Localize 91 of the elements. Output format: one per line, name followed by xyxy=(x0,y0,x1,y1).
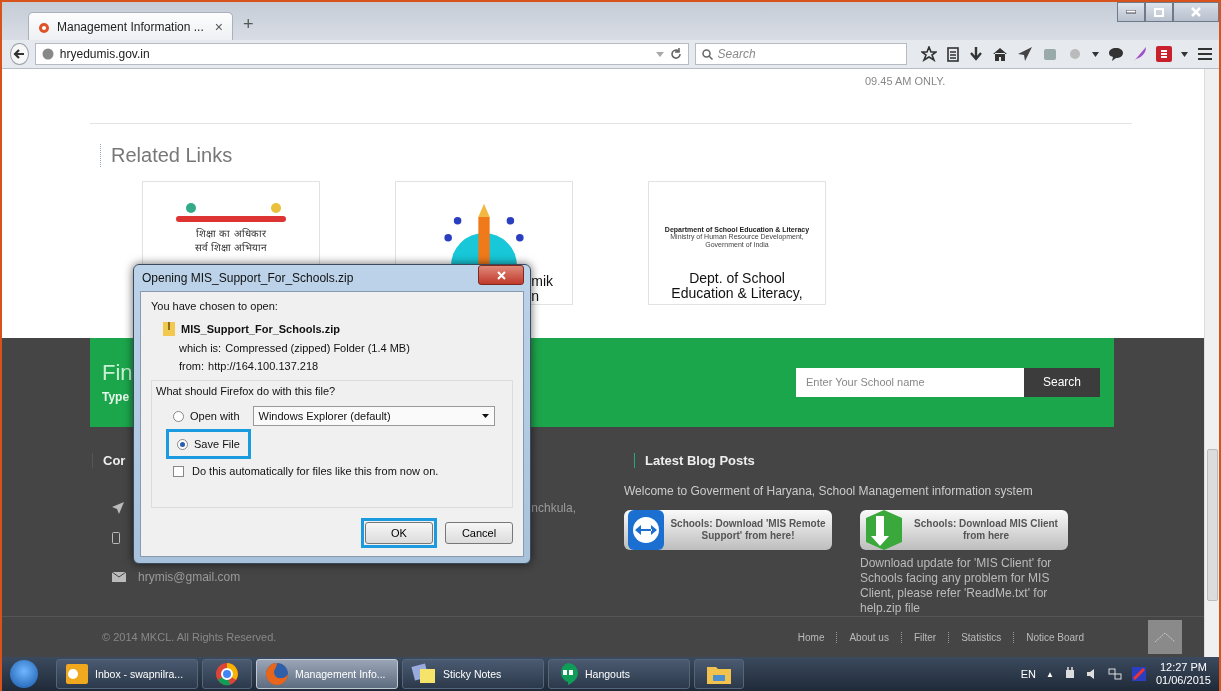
minimize-button[interactable] xyxy=(1117,2,1145,22)
network-icon[interactable] xyxy=(1107,668,1122,680)
logo-text: सर्व शिक्षा अभियान xyxy=(194,241,268,254)
chevron-up-icon xyxy=(1154,631,1176,643)
logo-text: शिक्षा का अधिकार xyxy=(196,227,266,240)
blog-intro: Welcome to Goverment of Haryana, School Management information system xyxy=(624,484,1034,498)
site-favicon-icon xyxy=(38,20,50,33)
browser-icon xyxy=(215,662,239,686)
location-arrow-icon xyxy=(112,502,124,514)
caret-icon[interactable] xyxy=(1181,51,1188,57)
footer-link[interactable]: Filter xyxy=(900,631,949,643)
menu-icon[interactable] xyxy=(1197,47,1213,61)
browser-tab[interactable]: Management Information ... × xyxy=(28,12,233,40)
download-button[interactable]: Schools: Download 'MIS Remote Support' from here! xyxy=(624,510,832,550)
address-text: nchkula, xyxy=(531,501,576,515)
taskbar-button[interactable]: Management Info... xyxy=(256,659,398,689)
notice-text: 09.45 AM ONLY. xyxy=(864,75,947,87)
back-arrow-icon xyxy=(13,48,26,60)
chat-icon[interactable] xyxy=(1108,46,1124,62)
search-button[interactable]: Search xyxy=(1024,367,1100,397)
reload-icon[interactable] xyxy=(669,48,682,60)
scrollbar[interactable] xyxy=(1204,69,1219,657)
taskbar-button[interactable]: Sticky Notes xyxy=(402,659,544,689)
search-icon xyxy=(701,48,713,60)
maximize-button[interactable] xyxy=(1145,2,1173,22)
download-button[interactable]: Schools: Download MIS Client from here xyxy=(860,510,1068,550)
footer-link[interactable]: Notice Board xyxy=(1013,631,1096,643)
extension-badge-icon[interactable] xyxy=(1156,46,1172,62)
sticky-notes-icon xyxy=(411,663,437,685)
reading-list-icon[interactable] xyxy=(946,46,960,62)
taskbar-button[interactable]: Inbox - swapnilra... xyxy=(56,659,198,689)
card-title: Dept. of School Education & Literacy, xyxy=(671,271,803,301)
close-icon xyxy=(496,270,506,280)
banner-subtitle: Type xyxy=(102,390,131,405)
bookmark-star-icon[interactable] xyxy=(921,46,937,62)
section-heading: Latest Blog Posts xyxy=(634,453,1134,468)
dialog-button[interactable]: OK xyxy=(365,522,433,544)
banner-title: Fin xyxy=(102,360,133,387)
clock[interactable]: 12:27 PM 01/06/2015 xyxy=(1155,661,1211,687)
checkbox-label: Do this automatically for files like this from now on. xyxy=(192,465,439,477)
taskbar-button[interactable]: Hangouts xyxy=(548,659,690,689)
app-tray-icon[interactable] xyxy=(1131,667,1146,681)
taskbar-button[interactable] xyxy=(694,659,744,689)
footer-link[interactable]: About us xyxy=(836,631,901,643)
download-note: Download update for 'MIS Client' for Schools facing any problem for MIS Client, please refer 'ReadMe.txt' for help.zip file xyxy=(860,556,1053,616)
caret-icon xyxy=(481,414,489,418)
search-field[interactable]: Search xyxy=(694,43,907,65)
school-search-field[interactable]: Enter Your School name xyxy=(796,367,1024,397)
maximize-icon xyxy=(1154,7,1164,17)
radio-option[interactable]: Save File xyxy=(170,433,247,455)
detail-label: which is: xyxy=(179,342,222,354)
mail-icon xyxy=(112,571,126,582)
back-button[interactable] xyxy=(10,43,29,65)
radio-option[interactable]: Open with xyxy=(166,405,247,427)
fox-globe-icon xyxy=(265,662,289,686)
dialog-close-button[interactable] xyxy=(478,265,524,285)
group-label: What should Firefox do with this file? xyxy=(156,385,337,397)
email-text: hrymis@gmail.com xyxy=(138,569,241,584)
footer-link[interactable]: Home xyxy=(785,631,837,643)
zip-folder-icon xyxy=(163,322,175,336)
app-dropdown[interactable]: Windows Explorer (default) xyxy=(252,406,495,426)
tab-title: Management Information ... xyxy=(57,19,205,34)
feather-icon[interactable] xyxy=(1133,46,1147,62)
phone-icon xyxy=(112,531,120,544)
power-plug-icon[interactable] xyxy=(1063,667,1076,681)
tab-close-button[interactable]: × xyxy=(214,18,223,35)
send-icon[interactable] xyxy=(1017,46,1033,62)
close-icon xyxy=(1191,7,1201,17)
radio-button[interactable] xyxy=(173,410,184,422)
copyright-text: © 2014 MKCL. All Rights Reserved. xyxy=(102,631,277,643)
address-field[interactable]: hryedumis.gov.in xyxy=(34,43,689,65)
taskbar-button[interactable] xyxy=(202,659,252,689)
start-button[interactable] xyxy=(10,660,38,688)
footer-link[interactable]: Statistics xyxy=(948,631,1014,643)
tray-expand-button[interactable]: ▲ xyxy=(1046,669,1054,679)
dialog-button[interactable]: Cancel xyxy=(445,522,513,544)
detail-value: http://164.100.137.218 xyxy=(208,360,319,372)
language-indicator[interactable]: EN xyxy=(1020,668,1036,680)
radio-button[interactable] xyxy=(177,438,188,450)
new-tab-button[interactable]: + xyxy=(243,14,254,35)
download-icon[interactable] xyxy=(969,46,983,62)
caret-icon[interactable] xyxy=(1092,51,1099,57)
minimize-icon xyxy=(1126,10,1136,14)
home-icon[interactable] xyxy=(992,46,1008,62)
file-name: MIS_Support_For_Schools.zip xyxy=(181,323,340,335)
checkbox[interactable] xyxy=(173,465,184,477)
detail-label: from: xyxy=(179,360,205,372)
globe-icon xyxy=(41,48,54,60)
detail-value: Compressed (zipped) Folder (1.4 MB) xyxy=(225,342,410,354)
close-button[interactable] xyxy=(1173,2,1219,22)
card-title: mik n xyxy=(531,274,553,304)
